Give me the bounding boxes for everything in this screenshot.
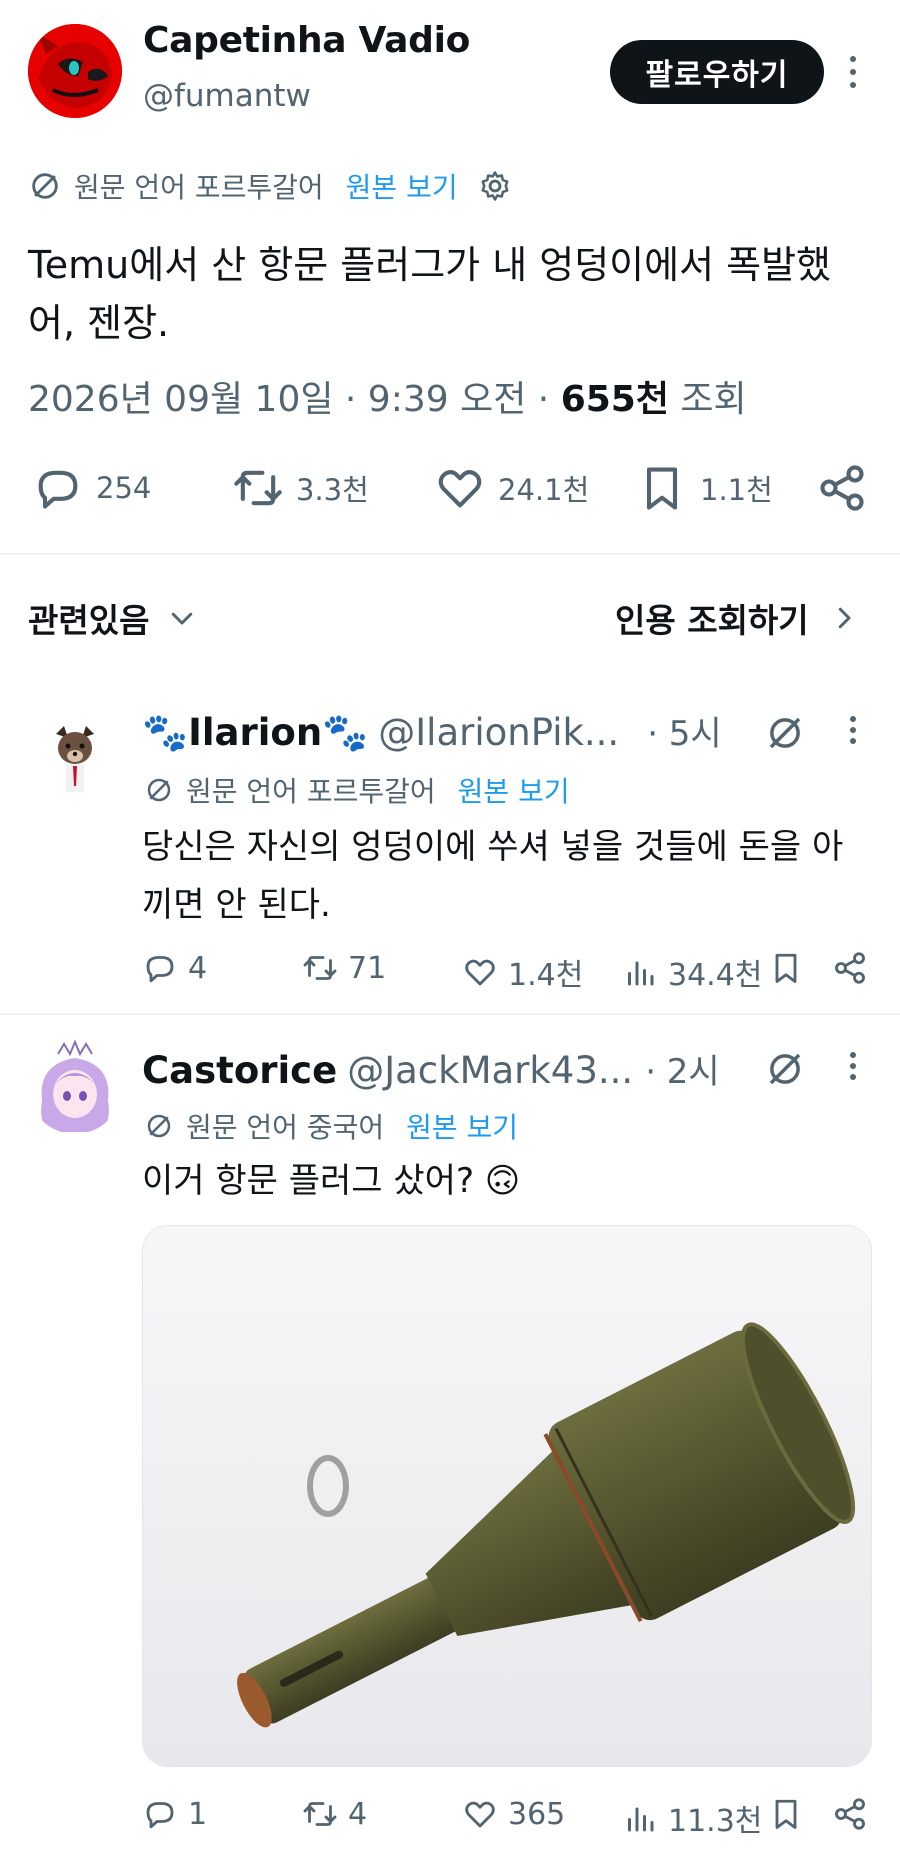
reply-header: Castorice @JackMark43... · 2시 — [142, 1044, 720, 1093]
meta-dot: · — [537, 379, 561, 420]
bookmark-icon — [775, 953, 797, 983]
reply-views-count: 34.4천 — [668, 958, 763, 993]
reply-count: 254 — [96, 471, 152, 505]
reply-reply-button[interactable]: 1 — [142, 1796, 207, 1832]
follow-button[interactable]: 팔로우하기 — [610, 40, 824, 104]
chevron-down-icon — [172, 612, 193, 625]
reply-more-icon[interactable] — [849, 716, 857, 744]
translate-icon — [147, 1114, 171, 1138]
reply-time[interactable]: · 5시 — [647, 706, 722, 755]
chevron-right-icon — [838, 607, 851, 629]
reply-views-count: 11.3천 — [668, 1804, 763, 1839]
reply-repost-count: 4 — [348, 1796, 368, 1832]
reply-icon — [38, 470, 78, 509]
reply-time[interactable]: · 2시 — [645, 1044, 720, 1093]
author-avatar[interactable] — [28, 24, 122, 118]
reply-translation-info: 원문 언어 중국어 원본 보기 — [144, 1106, 518, 1146]
reply-translation-info: 원문 언어 포르투갈어 원본 보기 — [144, 770, 570, 810]
like-icon — [465, 959, 495, 986]
like-count: 24.1천 — [498, 473, 590, 507]
share-icon — [820, 465, 864, 511]
views-icon — [628, 961, 654, 986]
views-icon — [628, 1807, 654, 1832]
view-quotes-link[interactable]: 인용 조회하기 — [615, 594, 859, 642]
views-label: 조회 — [680, 379, 747, 420]
reply-like-count: 365 — [508, 1796, 566, 1832]
dog-avatar-image — [56, 726, 94, 792]
translated-from-label: 원문 언어 포르투갈어 — [74, 171, 324, 204]
like-button[interactable]: 24.1천 — [434, 462, 589, 514]
grenade-photo — [143, 1226, 871, 1766]
views-count[interactable]: 655천 — [561, 379, 669, 420]
reply-show-original-link[interactable]: 원본 보기 — [458, 770, 570, 810]
reply-icon — [146, 1802, 174, 1829]
reply-author-name[interactable]: Castorice — [142, 1049, 337, 1092]
reply-translated-from: 원문 언어 중국어 — [186, 1111, 385, 1144]
bookmark-icon — [775, 1799, 797, 1829]
author-handle[interactable]: @fumantw — [143, 78, 311, 114]
reply-repost-count: 71 — [348, 950, 387, 986]
bookmark-button[interactable]: 1.1천 — [636, 462, 773, 514]
share-button[interactable] — [816, 462, 868, 514]
reply-more-icon[interactable] — [849, 1052, 857, 1080]
reply-share-button[interactable] — [832, 950, 868, 986]
reply-show-original-link[interactable]: 원본 보기 — [406, 1106, 518, 1146]
reply-button[interactable]: 254 — [32, 462, 151, 514]
translate-icon — [147, 778, 171, 802]
post-text: Temu에서 산 항문 플러그가 내 엉덩이에서 폭발했어, 젠장. — [28, 243, 831, 345]
translate-icon — [32, 173, 58, 199]
like-icon — [438, 470, 482, 508]
reply-share-button[interactable] — [832, 1796, 868, 1832]
reply-media-image[interactable] — [142, 1225, 872, 1767]
reply-like-count: 1.4천 — [508, 958, 584, 993]
reply-text: 이거 항문 플러그 샀어? 🙃 — [142, 1161, 521, 1201]
repost-icon — [234, 470, 282, 506]
devil-avatar-image — [28, 24, 122, 118]
share-icon — [835, 1798, 865, 1830]
grok-icon[interactable] — [764, 712, 806, 754]
post-meta: 2026년 09월 10일 · 9:39 오전 · 655천 조회 — [28, 370, 747, 422]
show-original-link[interactable]: 원본 보기 — [346, 166, 458, 206]
related-sort-dropdown[interactable]: 관련있음 — [28, 594, 197, 642]
divider — [0, 553, 900, 555]
gear-icon[interactable] — [478, 169, 512, 203]
related-label: 관련있음 — [28, 601, 150, 640]
reply-like-button[interactable]: 365 — [462, 1796, 565, 1832]
bookmark-count: 1.1천 — [700, 473, 773, 507]
divider — [0, 1013, 900, 1015]
reply-avatar[interactable] — [28, 1040, 122, 1134]
reply-icon — [146, 956, 174, 983]
post-date: 2026년 09월 10일 · 9:39 오전 — [28, 379, 527, 420]
reply-author-handle[interactable]: @JackMark43... — [347, 1049, 633, 1092]
reply-author-handle[interactable]: @IlarionPik... — [378, 711, 619, 754]
reply-reply-count: 1 — [188, 1796, 208, 1832]
reply-like-button[interactable]: 1.4천 — [462, 950, 583, 994]
reply-views-button[interactable]: 11.3천 — [622, 1796, 762, 1840]
repost-icon — [303, 1802, 337, 1826]
reply-repost-button[interactable]: 71 — [302, 950, 386, 986]
reply-text: 당신은 자신의 엉덩이에 쑤셔 넣을 것들에 돈을 아끼면 안 된다. — [142, 827, 844, 925]
reply-reply-button[interactable]: 4 — [142, 950, 207, 986]
reply-header: 🐾Ilarion🐾 @IlarionPik... · 5시 — [142, 706, 722, 755]
reply-bookmark-button[interactable] — [768, 950, 814, 986]
reply-views-button[interactable]: 34.4천 — [622, 950, 762, 994]
share-icon — [835, 952, 865, 984]
reply-bookmark-button[interactable] — [768, 1796, 814, 1832]
reply-author-name[interactable]: 🐾Ilarion🐾 — [142, 711, 368, 755]
reply-reply-count: 4 — [188, 950, 208, 986]
repost-count: 3.3천 — [296, 473, 369, 507]
repost-icon — [303, 956, 337, 980]
anime-girl-avatar-image — [28, 1040, 122, 1134]
like-icon — [465, 1801, 495, 1828]
repost-button[interactable]: 3.3천 — [232, 462, 369, 514]
more-icon[interactable] — [849, 56, 857, 88]
translation-info: 원문 언어 포르투갈어 원본 보기 — [28, 166, 512, 206]
bookmark-icon — [646, 467, 678, 510]
reply-avatar[interactable] — [44, 724, 106, 794]
reply-repost-button[interactable]: 4 — [302, 1796, 367, 1832]
grok-icon[interactable] — [764, 1048, 806, 1090]
quote-link-label: 인용 조회하기 — [615, 601, 809, 640]
author-name[interactable]: Capetinha Vadio — [143, 20, 470, 61]
reply-translated-from: 원문 언어 포르투갈어 — [186, 775, 436, 808]
